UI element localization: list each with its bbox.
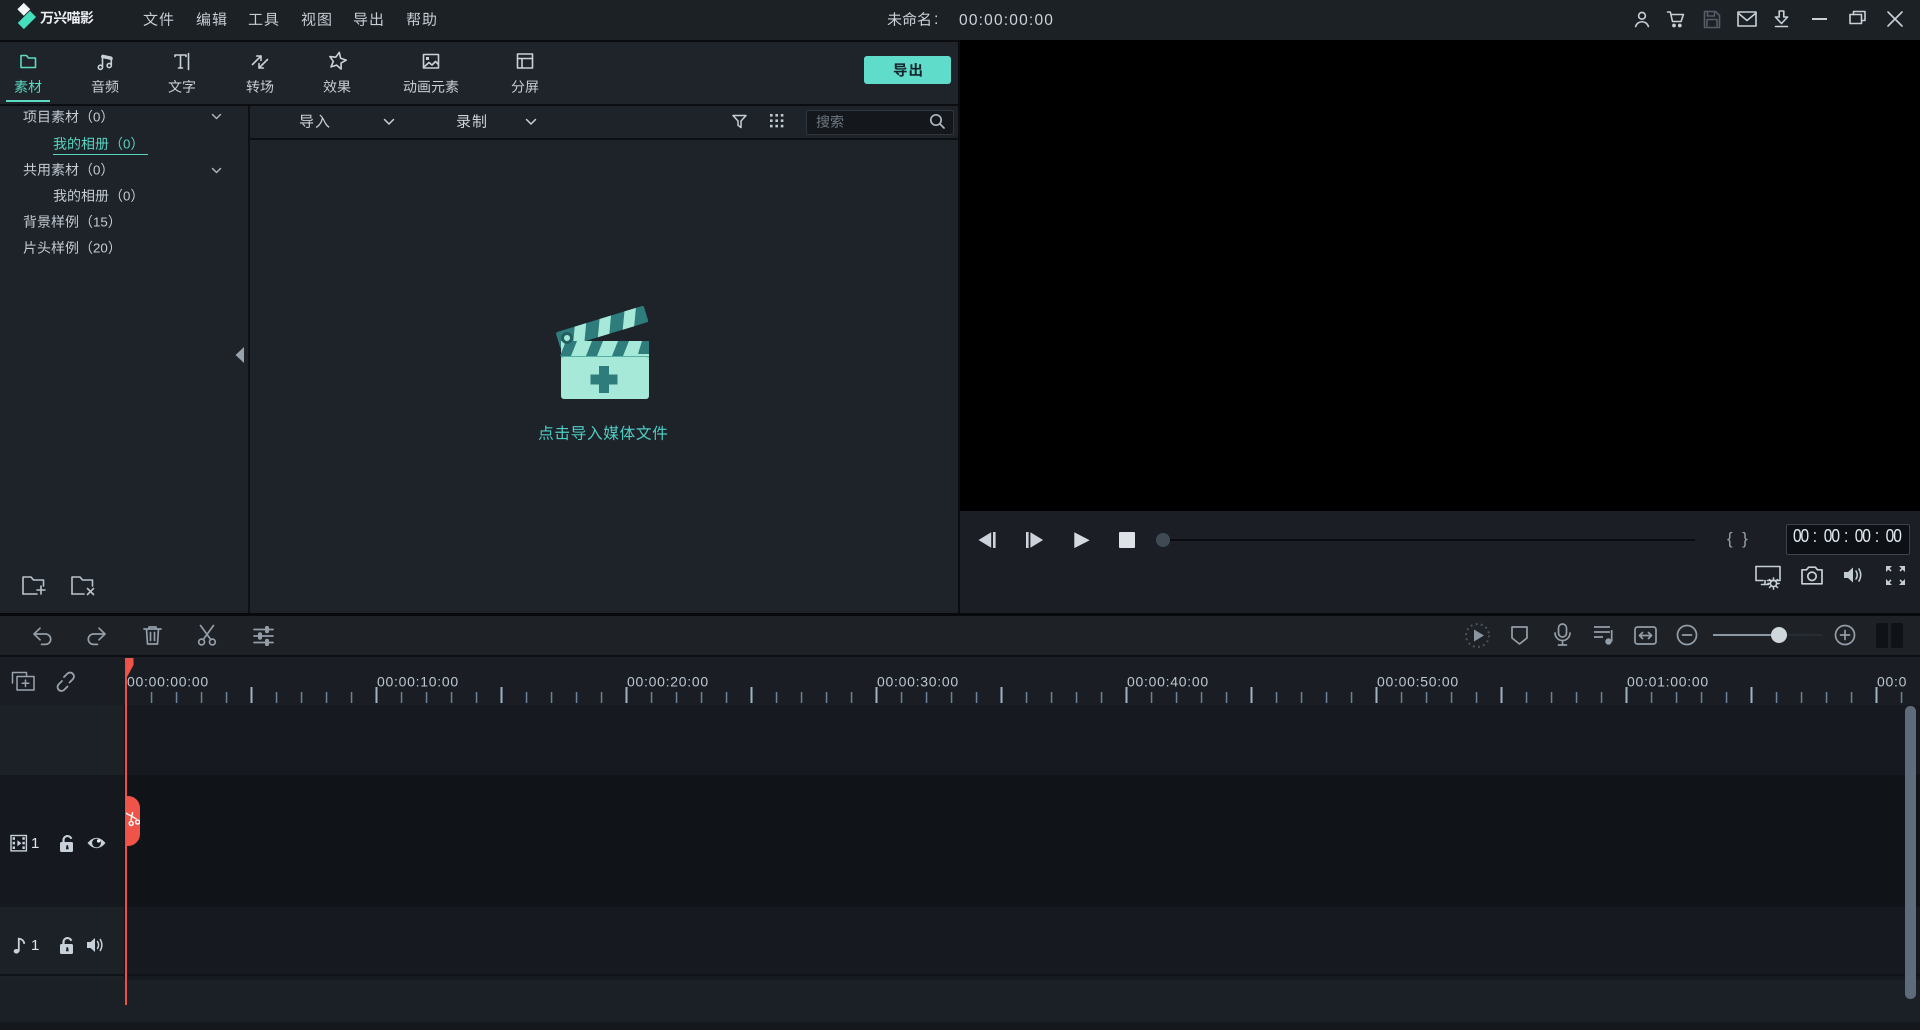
svg-text:00:01:00:00: 00:01:00:00 [1627,674,1709,690]
svg-text:00:00:10:00: 00:00:10:00 [377,674,459,690]
svg-text:00:00:20:00: 00:00:20:00 [627,674,709,690]
svg-text:00:00:30:00: 00:00:30:00 [877,674,959,690]
svg-text:00:00:40:00: 00:00:40:00 [1127,674,1209,690]
svg-text:00:00:00:00: 00:00:00:00 [127,674,209,690]
svg-text:00:0: 00:0 [1877,674,1907,690]
svg-text:00:00:50:00: 00:00:50:00 [1377,674,1459,690]
